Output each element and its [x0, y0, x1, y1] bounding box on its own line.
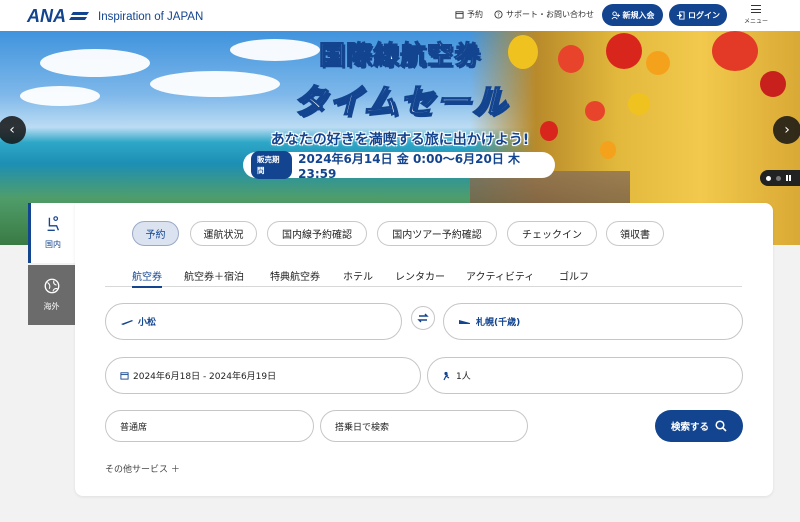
pill-reservation[interactable]: 予約: [132, 221, 179, 246]
hero-title: 国際線航空券 タイムセール あなたの好きを満喫する旅に出かけよう!: [0, 35, 800, 149]
calendar-icon: [455, 11, 464, 19]
swap-icon: [417, 313, 429, 323]
arrival-airport-value: 札幌(千歳): [476, 318, 521, 328]
login-button-label: ログイン: [688, 10, 720, 20]
user-add-icon: [611, 10, 620, 19]
boarding-date-search-value: 搭乗日で検索: [335, 422, 390, 433]
logo-text: ANA: [27, 6, 66, 26]
globe-icon: [44, 278, 59, 294]
passengers-field[interactable]: 1人: [427, 357, 743, 394]
login-button[interactable]: ログイン: [669, 4, 727, 26]
tab-international[interactable]: 海外: [28, 265, 75, 325]
pill-receipt[interactable]: 領収書: [606, 221, 664, 246]
tab-flights[interactable]: 航空券: [132, 268, 162, 288]
boarding-date-search-select[interactable]: 搭乗日で検索: [320, 410, 528, 442]
menu-label: メニュー: [744, 18, 769, 25]
reservation-link[interactable]: 予約: [455, 9, 483, 20]
pill-domestic-tour-check[interactable]: 国内ツアー予約確認: [377, 221, 497, 246]
departure-airport-field[interactable]: 小松: [105, 303, 402, 340]
other-services-toggle[interactable]: その他サービス ＋: [105, 462, 180, 475]
booking-panel: 予約 運航状況 国内線予約確認 国内ツアー予約確認 チェックイン 領収書 航空券…: [75, 203, 773, 496]
tab-domestic-label: 国内: [45, 240, 61, 249]
site-header: ANA Inspiration of JAPAN 予約 ? サポート・お問い合わ…: [0, 0, 800, 31]
seat-class-value: 普通席: [120, 422, 148, 433]
product-tabs: 航空券 航空券＋宿泊 特典航空券 ホテル レンタカー アクティビティ ゴルフ: [105, 267, 742, 288]
tab-award-tickets[interactable]: 特典航空券: [270, 268, 320, 283]
chevron-right-icon: ›: [784, 122, 790, 138]
tab-flight-hotel[interactable]: 航空券＋宿泊: [184, 268, 244, 283]
pill-domestic-booking-check[interactable]: 国内線予約確認: [267, 221, 367, 246]
sale-period-tag: 販売期間: [251, 151, 293, 179]
support-link-label: サポート・お問い合わせ: [506, 10, 594, 19]
passenger-icon: [443, 371, 450, 380]
search-button[interactable]: 検索する: [655, 410, 743, 442]
search-icon: [715, 420, 727, 432]
signup-button-label: 新規入会: [622, 10, 655, 20]
tab-activities[interactable]: アクティビティ: [466, 268, 534, 283]
seat-icon: [47, 216, 60, 231]
ana-logo[interactable]: ANA Inspiration of JAPAN: [27, 6, 203, 27]
login-icon: [676, 10, 685, 20]
takeoff-plane-icon: [121, 319, 133, 325]
hero-title-line1: 国際線航空券: [318, 41, 481, 72]
tab-golf[interactable]: ゴルフ: [559, 268, 589, 283]
hero-subtitle: あなたの好きを満喫する旅に出かけよう!: [270, 132, 530, 148]
tab-domestic[interactable]: 国内: [28, 203, 75, 263]
svg-text:?: ?: [497, 13, 500, 19]
hero-title-line2: タイムセール: [292, 81, 508, 123]
hamburger-icon: [751, 5, 761, 13]
pill-checkin[interactable]: チェックイン: [507, 221, 597, 246]
travel-dates-value: 2024年6月18日 - 2024年6月19日: [133, 372, 277, 382]
departure-airport-value: 小松: [138, 318, 157, 328]
swap-airports-button[interactable]: [411, 306, 435, 330]
landing-plane-icon: [459, 319, 470, 324]
carousel-pager: [760, 170, 800, 186]
reservation-link-label: 予約: [467, 10, 483, 19]
logo-tagline: Inspiration of JAPAN: [98, 10, 204, 23]
carousel-next-button[interactable]: ›: [773, 116, 800, 144]
chevron-left-icon: ‹: [9, 122, 15, 138]
arrival-airport-field[interactable]: 札幌(千歳): [443, 303, 743, 340]
search-button-label: 検索する: [670, 422, 709, 433]
pause-icon[interactable]: [786, 175, 791, 181]
travel-dates-field[interactable]: 2024年6月18日 - 2024年6月19日: [105, 357, 421, 394]
passengers-value: 1人: [456, 372, 471, 382]
help-icon: ?: [494, 10, 503, 19]
logo-stripes-icon: [68, 10, 90, 24]
sale-period-dates: 2024年6月14日 金 0:00～6月20日 木 23:59: [298, 151, 521, 181]
pill-flight-status[interactable]: 運航状況: [190, 221, 257, 246]
tab-rental-car[interactable]: レンタカー: [395, 268, 445, 283]
seat-class-select[interactable]: 普通席: [105, 410, 314, 442]
calendar-icon: [120, 372, 129, 380]
support-link[interactable]: ? サポート・お問い合わせ: [494, 9, 594, 20]
sale-period-badge: 販売期間 2024年6月14日 金 0:00～6月20日 木 23:59: [243, 151, 555, 181]
menu-button[interactable]: メニュー: [744, 5, 768, 25]
tab-international-label: 海外: [43, 302, 60, 311]
carousel-dot[interactable]: [766, 175, 771, 181]
signup-button[interactable]: 新規入会: [602, 4, 663, 26]
tab-hotel[interactable]: ホテル: [343, 268, 373, 283]
carousel-dot[interactable]: [776, 175, 781, 181]
